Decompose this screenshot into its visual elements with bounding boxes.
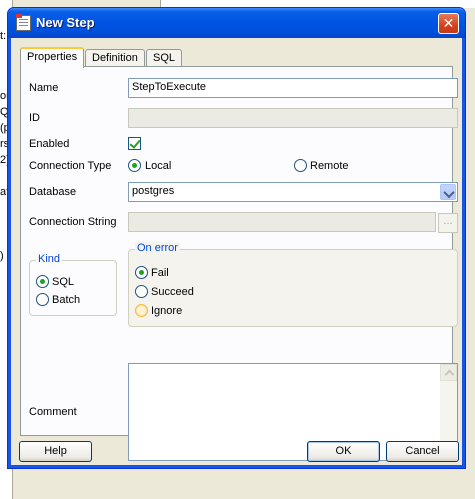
on-error-group: On error Fail Succeed Ignore — [128, 242, 458, 327]
connection-string-label: Connection String — [29, 216, 117, 228]
database-selected-value: postgres — [132, 185, 175, 197]
name-input[interactable]: StepToExecute — [128, 78, 458, 98]
tab-definition[interactable]: Definition — [85, 49, 145, 67]
properties-panel: Name StepToExecute ID Enabled Connection… — [20, 66, 458, 461]
close-button[interactable]: ✕ — [438, 13, 459, 34]
on-error-ignore-radio[interactable] — [135, 304, 148, 317]
tab-sql[interactable]: SQL — [146, 49, 183, 67]
help-button[interactable]: Help — [19, 441, 92, 462]
kind-group-title: Kind — [36, 253, 63, 265]
enabled-label: Enabled — [29, 138, 70, 150]
on-error-ignore-label: Ignore — [151, 305, 183, 317]
scroll-up-icon[interactable] — [440, 364, 457, 381]
kind-batch-radio[interactable] — [36, 293, 49, 306]
dialog-client-area: Properties Definition SQL Name StepToExe… — [12, 38, 461, 464]
chevron-down-icon[interactable] — [440, 184, 456, 200]
document-icon — [16, 14, 31, 31]
ok-button[interactable]: OK — [307, 441, 380, 462]
on-error-fail-radio[interactable] — [135, 266, 148, 279]
on-error-succeed-radio[interactable] — [135, 285, 148, 298]
connection-type-label: Connection Type — [29, 160, 112, 172]
connection-local-radio[interactable] — [128, 159, 141, 172]
title-bar[interactable]: New Step ✕ — [8, 8, 465, 38]
background-text: ) — [0, 250, 4, 262]
connection-remote-radio[interactable] — [294, 159, 307, 172]
cancel-button[interactable]: Cancel — [386, 441, 459, 462]
connection-string-browse-button: ... — [438, 213, 458, 233]
tab-properties[interactable]: Properties — [20, 47, 85, 68]
kind-sql-radio[interactable] — [36, 275, 49, 288]
kind-group: Kind SQL Batch — [29, 253, 117, 316]
background-text: t: — [0, 30, 7, 42]
dialog-title: New Step — [36, 15, 95, 30]
connection-local-label: Local — [145, 160, 172, 172]
id-label: ID — [29, 112, 40, 124]
kind-batch-label: Batch — [52, 294, 81, 306]
name-label: Name — [29, 82, 59, 94]
new-step-dialog: New Step ✕ Properties Definition SQL Nam… — [7, 7, 466, 469]
on-error-group-title: On error — [135, 242, 180, 254]
on-error-fail-label: Fail — [151, 267, 169, 279]
id-input — [128, 108, 458, 128]
database-label: Database — [29, 186, 77, 198]
connection-remote-label: Remote — [310, 160, 349, 172]
comment-label: Comment — [29, 406, 77, 418]
on-error-succeed-label: Succeed — [151, 286, 194, 298]
connection-string-input — [128, 212, 436, 232]
kind-sql-label: SQL — [52, 276, 75, 288]
enabled-checkbox[interactable] — [128, 137, 141, 150]
database-select[interactable]: postgres — [128, 182, 458, 202]
